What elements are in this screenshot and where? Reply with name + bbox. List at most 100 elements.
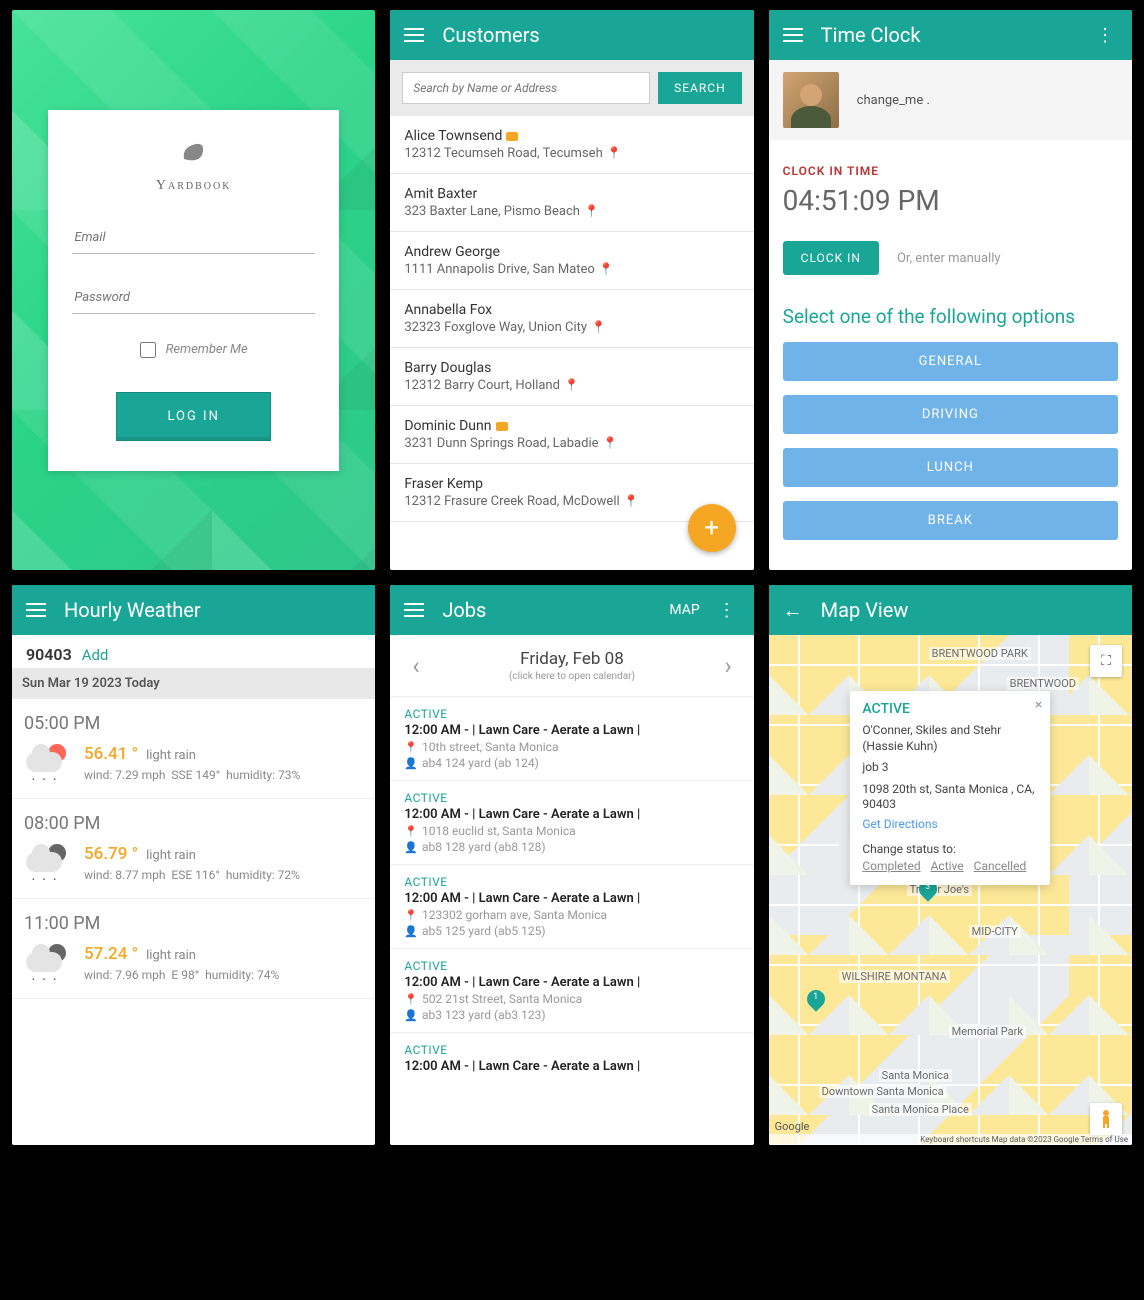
map-attribution: Keyboard shortcuts Map data ©2023 Google… — [769, 1134, 1132, 1145]
option-button-lunch[interactable]: LUNCH — [783, 448, 1118, 487]
customer-address: 1111 Annapolis Drive, San Mateo📍 — [404, 262, 739, 277]
pin-icon: 📍 — [624, 494, 639, 508]
login-card: Yardbook Remember Me LOG IN — [48, 110, 339, 471]
next-day-button[interactable]: › — [716, 652, 739, 680]
customer-address: 32323 Foxglove Way, Union City📍 — [404, 320, 739, 335]
person-icon: 👤 — [404, 925, 418, 938]
menu-icon[interactable] — [404, 27, 426, 43]
person-icon: 👤 — [404, 757, 418, 770]
weather-text: 56.79 °light rain wind: 8.77 mph ESE 116… — [84, 844, 300, 884]
customer-name: Fraser Kemp — [404, 476, 739, 492]
pin-icon: 📍 — [584, 204, 599, 218]
status-link-cancelled[interactable]: Cancelled — [974, 859, 1027, 873]
hourly-list[interactable]: 05:00 PM • • • 56.41 °light rain wind: 7… — [12, 699, 375, 999]
job-item[interactable]: ACTIVE 12:00 AM - | Lawn Care - Aerate a… — [390, 780, 753, 864]
customer-item[interactable]: Dominic Dunn3231 Dunn Springs Road, Laba… — [390, 406, 753, 464]
get-directions-link[interactable]: Get Directions — [862, 817, 937, 831]
pin-icon: 📍 — [564, 378, 579, 392]
map-pin[interactable]: 1 — [807, 990, 825, 1014]
customers-header: Customers — [390, 10, 753, 60]
weather-text: 56.41 °light rain wind: 7.29 mph SSE 149… — [84, 744, 300, 784]
remember-me-row[interactable]: Remember Me — [72, 342, 315, 358]
job-crew: 👤ab3 123 yard (ab3 123) — [404, 1008, 739, 1022]
customer-item[interactable]: Annabella Fox32323 Foxglove Way, Union C… — [390, 290, 753, 348]
email-field[interactable] — [72, 222, 315, 254]
pin-icon: 📍 — [404, 825, 418, 838]
popup-status: ACTIVE — [862, 701, 1038, 717]
popup-job: job 3 — [862, 760, 1038, 776]
add-customer-button[interactable]: + — [688, 504, 736, 552]
menu-icon[interactable] — [26, 602, 48, 618]
customer-name: Dominic Dunn — [404, 418, 739, 434]
menu-icon[interactable] — [783, 27, 805, 43]
page-title: Customers — [442, 23, 739, 47]
add-location-link[interactable]: Add — [82, 646, 109, 664]
page-title: Map View — [821, 598, 1118, 622]
customer-item[interactable]: Andrew George 1111 Annapolis Drive, San M… — [390, 232, 753, 290]
job-description: 12:00 AM - | Lawn Care - Aerate a Lawn | — [404, 723, 739, 738]
jobs-screen: Jobs MAP ⋮ ‹ Friday, Feb 08 (click here … — [390, 585, 753, 1145]
clock-body: CLOCK IN TIME 04:51:09 PM CLOCK IN Or, e… — [769, 140, 1132, 564]
tag-icon — [496, 422, 508, 431]
job-item[interactable]: ACTIVE 12:00 AM - | Lawn Care - Aerate a… — [390, 1032, 753, 1084]
profile-name: change_me . — [857, 93, 930, 108]
close-icon[interactable]: × — [1035, 697, 1042, 713]
option-button-driving[interactable]: DRIVING — [783, 395, 1118, 434]
job-status: ACTIVE — [404, 875, 739, 889]
login-screen: Yardbook Remember Me LOG IN — [12, 10, 375, 570]
search-button[interactable]: SEARCH — [658, 72, 742, 104]
back-icon[interactable]: ← — [783, 598, 803, 623]
timeclock-screen: Time Clock ⋮ change_me . CLOCK IN TIME 0… — [769, 10, 1132, 570]
search-input[interactable] — [402, 72, 650, 104]
customer-address: 12312 Barry Court, Holland📍 — [404, 378, 739, 393]
status-link-active[interactable]: Active — [931, 859, 964, 873]
clock-label: CLOCK IN TIME — [783, 164, 1118, 178]
status-link-completed[interactable]: Completed — [862, 859, 920, 873]
pin-icon: 📍 — [404, 741, 418, 754]
job-crew: 👤ab8 128 yard (ab8 128) — [404, 840, 739, 854]
job-item[interactable]: ACTIVE 12:00 AM - | Lawn Care - Aerate a… — [390, 948, 753, 1032]
customer-item[interactable]: Alice Townsend12312 Tecumseh Road, Tecum… — [390, 116, 753, 174]
customer-address: 12312 Frasure Creek Road, McDowell📍 — [404, 494, 739, 509]
customer-address: 12312 Tecumseh Road, Tecumseh📍 — [404, 146, 739, 161]
fullscreen-icon[interactable]: ⛶ — [1090, 645, 1122, 677]
job-item[interactable]: ACTIVE 12:00 AM - | Lawn Care - Aerate a… — [390, 696, 753, 780]
login-button[interactable]: LOG IN — [116, 392, 270, 441]
pin-icon: 📍 — [603, 436, 618, 450]
menu-icon[interactable] — [404, 602, 426, 618]
customer-list[interactable]: Alice Townsend12312 Tecumseh Road, Tecum… — [390, 116, 753, 564]
customer-item[interactable]: Barry Douglas12312 Barry Court, Holland📍 — [390, 348, 753, 406]
job-item[interactable]: ACTIVE 12:00 AM - | Lawn Care - Aerate a… — [390, 864, 753, 948]
clockin-button[interactable]: CLOCK IN — [783, 241, 879, 275]
map-info-popup: × ACTIVE O'Conner, Skiles and Stehr (Has… — [850, 691, 1050, 885]
hour-time: 08:00 PM — [24, 813, 363, 834]
pegman-icon[interactable] — [1090, 1103, 1122, 1135]
map-label: Downtown Santa Monica — [819, 1085, 947, 1098]
pin-icon: 📍 — [607, 146, 622, 160]
jobs-list[interactable]: ACTIVE 12:00 AM - | Lawn Care - Aerate a… — [390, 696, 753, 1084]
customer-item[interactable]: Amit Baxter323 Baxter Lane, Pismo Beach📍 — [390, 174, 753, 232]
map-label: BRENTWOOD PARK — [929, 647, 1031, 660]
customer-address: 323 Baxter Lane, Pismo Beach📍 — [404, 204, 739, 219]
prev-day-button[interactable]: ‹ — [404, 652, 427, 680]
remember-checkbox[interactable] — [140, 342, 156, 358]
timeclock-header: Time Clock ⋮ — [769, 10, 1132, 60]
enter-manually-link[interactable]: Or, enter manually — [897, 251, 1001, 266]
job-status: ACTIVE — [404, 791, 739, 805]
person-icon: 👤 — [404, 1009, 418, 1022]
avatar — [783, 72, 839, 128]
weather-text: 57.24 °light rain wind: 7.96 mph E 98° h… — [84, 944, 279, 984]
weather-screen: Hourly Weather 90403 Add Sun Mar 19 2023… — [12, 585, 375, 1145]
date-center[interactable]: Friday, Feb 08 (click here to open calen… — [428, 649, 717, 682]
map-area[interactable]: BRENTWOOD PARKBRENTWOODMID-CITYWILSHIRE … — [769, 635, 1132, 1145]
option-button-general[interactable]: GENERAL — [783, 342, 1118, 381]
map-link[interactable]: MAP — [669, 602, 699, 618]
option-button-break[interactable]: BREAK — [783, 501, 1118, 540]
overflow-icon[interactable]: ⋮ — [1092, 25, 1118, 46]
overflow-icon[interactable]: ⋮ — [714, 600, 740, 621]
search-bar: SEARCH — [390, 60, 753, 116]
password-field[interactable] — [72, 282, 315, 314]
customer-name: Andrew George — [404, 244, 739, 260]
clock-actions: CLOCK IN Or, enter manually — [783, 241, 1118, 275]
pin-icon: 📍 — [599, 262, 614, 276]
